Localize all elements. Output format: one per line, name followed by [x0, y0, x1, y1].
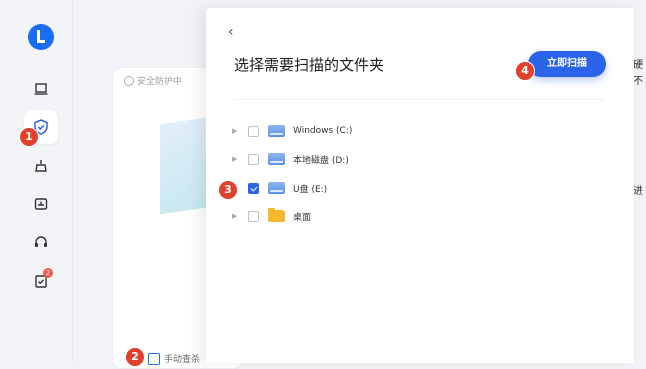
right-edge-text: 不 [633, 76, 643, 87]
folder-select-panel: ‹ 选择需要扫描的文件夹 立即扫描 ▶ Windows (C:) ▶ 本地磁盘 … [206, 8, 634, 363]
sidebar-item-backup[interactable] [24, 187, 58, 221]
drive-row-e: ▶ U盘 (E:) [232, 179, 327, 197]
divider [234, 99, 604, 100]
drive-label: Windows (C:) [293, 126, 353, 136]
protection-status: 安全防护中 [124, 74, 182, 87]
backup-icon [34, 198, 48, 210]
sidebar: 2 [0, 0, 73, 363]
broom-icon [35, 160, 47, 172]
right-edge-text: 进 [633, 186, 643, 197]
drive-label: 本地磁盘 (D:) [293, 155, 349, 166]
expand-chevron-icon[interactable]: ▶ [232, 127, 240, 135]
drive-checkbox[interactable] [248, 153, 259, 165]
panel-title: 选择需要扫描的文件夹 [234, 56, 385, 74]
drive-icon [268, 182, 285, 194]
shield-status-icon [124, 75, 134, 86]
drive-checkbox[interactable] [248, 125, 259, 137]
expand-chevron-icon[interactable]: ▶ [232, 212, 240, 220]
sidebar-item-support[interactable] [24, 225, 58, 259]
manual-scan-label: 手动查杀 [164, 355, 201, 365]
laptop-icon [34, 83, 48, 95]
headset-icon [35, 236, 47, 247]
drive-icon [268, 125, 285, 137]
sidebar-item-device[interactable] [24, 72, 58, 106]
step-marker: 1 [19, 127, 39, 147]
sidebar-item-tasks[interactable]: 2 [24, 264, 58, 298]
expand-chevron-icon[interactable]: ▶ [232, 155, 240, 163]
app-logo-icon [28, 24, 54, 50]
notification-badge: 2 [43, 268, 53, 278]
folder-icon [268, 208, 285, 222]
drive-label: U盘 (E:) [293, 184, 328, 195]
drive-checkbox-checked[interactable] [248, 182, 259, 194]
folder-label: 桌面 [293, 212, 312, 223]
scan-now-button[interactable]: 立即扫描 [528, 51, 606, 77]
step-marker: 2 [125, 347, 145, 367]
back-chevron-icon[interactable]: ‹ [228, 24, 234, 40]
drive-icon [268, 153, 285, 165]
drive-row-c: ▶ Windows (C:) [232, 122, 352, 140]
folder-checkbox[interactable] [248, 210, 259, 222]
sidebar-item-clean[interactable] [24, 149, 58, 183]
step-marker: 4 [515, 61, 535, 81]
folder-row-desktop: ▶ 桌面 [232, 207, 311, 225]
manual-scan-entry[interactable]: 手动查杀 [148, 352, 200, 365]
drive-row-d: ▶ 本地磁盘 (D:) [232, 150, 349, 168]
right-edge-text: 硬 [633, 60, 643, 71]
protection-status-label: 安全防护中 [137, 77, 183, 87]
step-marker: 3 [218, 180, 238, 200]
